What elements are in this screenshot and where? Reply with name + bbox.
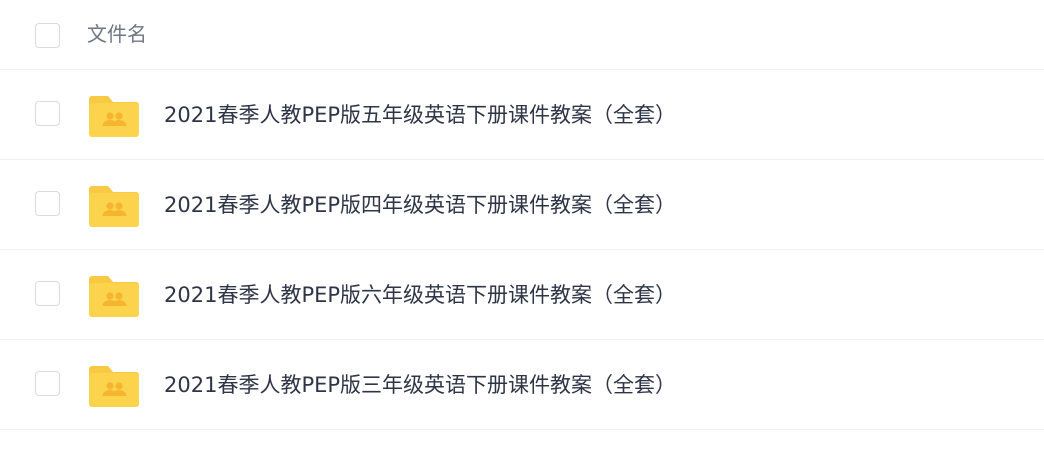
file-row[interactable]: 2021春季人教PEP版三年级英语下册课件教案（全套） — [0, 340, 1044, 430]
column-header-filename: 文件名 — [87, 22, 147, 46]
select-all-checkbox[interactable] — [35, 23, 60, 48]
row-checkbox[interactable] — [35, 371, 60, 396]
shared-folder-icon — [89, 96, 139, 137]
shared-folder-icon — [89, 276, 139, 317]
file-row[interactable]: 2021春季人教PEP版四年级英语下册课件教案（全套） — [0, 160, 1044, 250]
row-checkbox[interactable] — [35, 191, 60, 216]
file-list: 文件名 2021春季人教PEP版五年级英语下册课件教案（全套） 2021春季人教… — [0, 0, 1044, 460]
row-checkbox[interactable] — [35, 281, 60, 306]
file-row[interactable]: 2021春季人教PEP版五年级英语下册课件教案（全套） — [0, 70, 1044, 160]
shared-folder-icon — [89, 366, 139, 407]
row-checkbox[interactable] — [35, 101, 60, 126]
file-name[interactable]: 2021春季人教PEP版四年级英语下册课件教案（全套） — [164, 190, 676, 220]
file-row[interactable]: 2021春季人教PEP版六年级英语下册课件教案（全套） — [0, 250, 1044, 340]
file-name[interactable]: 2021春季人教PEP版三年级英语下册课件教案（全套） — [164, 370, 676, 400]
file-name[interactable]: 2021春季人教PEP版五年级英语下册课件教案（全套） — [164, 100, 676, 130]
file-list-header: 文件名 — [0, 0, 1044, 70]
file-name[interactable]: 2021春季人教PEP版六年级英语下册课件教案（全套） — [164, 280, 676, 310]
shared-folder-icon — [89, 186, 139, 227]
